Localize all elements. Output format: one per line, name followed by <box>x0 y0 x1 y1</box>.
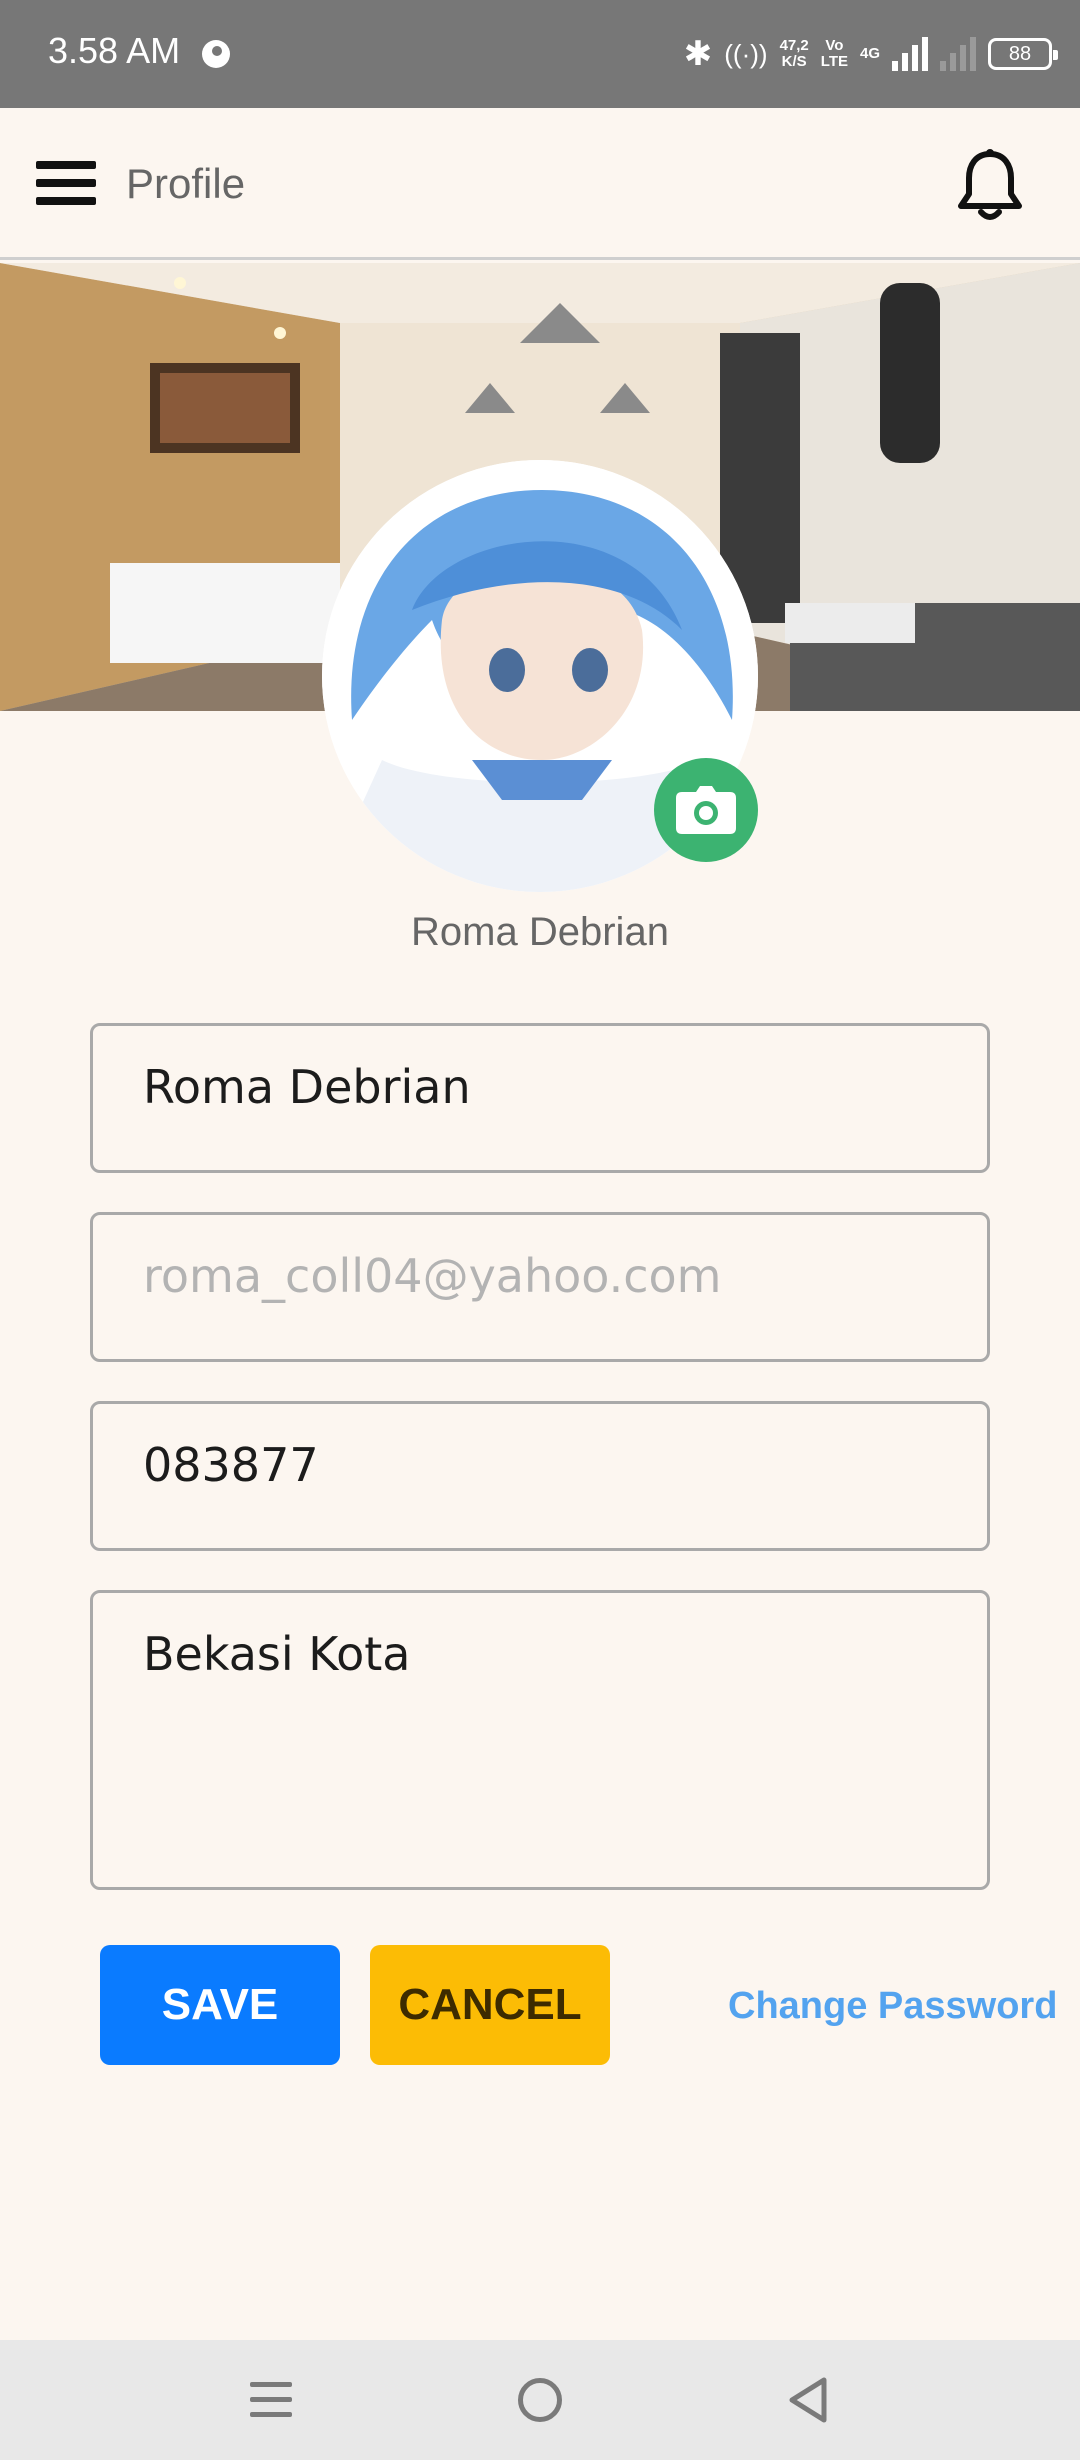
hamburger-menu-icon[interactable] <box>36 153 96 213</box>
battery-icon: 88 <box>988 38 1058 70</box>
hotspot-icon: ((·)) <box>724 38 768 69</box>
change-photo-button[interactable] <box>654 758 758 862</box>
status-time: 3.58 AM <box>48 30 181 71</box>
network-speed: 47,2 K/S <box>780 38 809 70</box>
back-icon[interactable] <box>786 2376 830 2424</box>
address-field[interactable]: Bekasi Kota <box>90 1590 990 1890</box>
phone-field[interactable]: 083877 <box>90 1401 990 1551</box>
battery-level: 88 <box>1008 42 1032 65</box>
app-bar: Profile <box>0 108 1080 260</box>
cancel-button[interactable]: CANCEL <box>370 1945 610 2065</box>
sync-icon <box>202 40 230 68</box>
bell-icon[interactable] <box>955 148 1025 224</box>
page-title: Profile <box>126 160 246 207</box>
signal-icon-secondary <box>940 37 976 71</box>
network-speed-unit: K/S <box>781 53 807 70</box>
home-icon[interactable] <box>518 2378 562 2422</box>
camera-icon <box>676 786 736 834</box>
status-bar: 3.58 AM ✱ ((·)) 47,2 K/S Vo LTE 4G 88 <box>0 0 1080 108</box>
volte-top: Vo <box>825 37 844 54</box>
volte-indicator: Vo LTE <box>821 38 848 70</box>
network-speed-value: 47,2 <box>779 37 809 54</box>
volte-bottom: LTE <box>820 53 848 70</box>
change-password-link[interactable]: Change Password <box>728 1985 1057 2028</box>
network-type: 4G <box>859 45 880 62</box>
email-field[interactable]: roma_coll04@yahoo.com <box>90 1212 990 1362</box>
profile-display-name: Roma Debrian <box>411 910 669 954</box>
recents-icon[interactable] <box>250 2378 292 2422</box>
status-icons: ✱ ((·)) 47,2 K/S Vo LTE 4G 88 <box>683 30 1058 78</box>
signal-icon <box>892 37 928 71</box>
bluetooth-icon: ✱ <box>683 35 713 73</box>
system-nav-bar <box>0 2340 1080 2460</box>
save-button[interactable]: SAVE <box>100 1945 340 2065</box>
name-field[interactable]: Roma Debrian <box>90 1023 990 1173</box>
